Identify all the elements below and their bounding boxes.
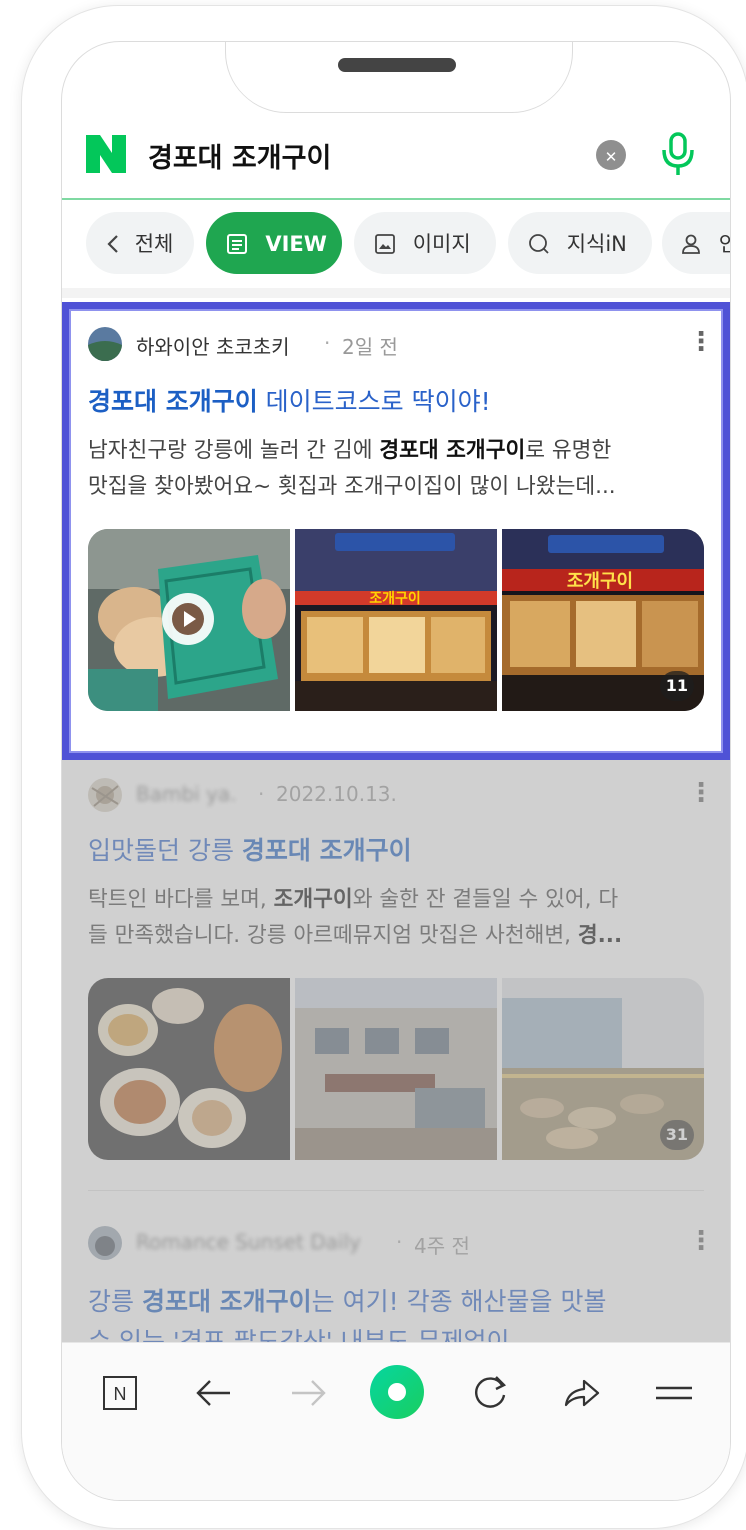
image-icon [375, 234, 395, 254]
result-card-highlighted[interactable]: 하와이안 초코초키 · 2일 전 ⋮ 경포대 조개구이 데이트코스로 딱이야! … [62, 302, 730, 760]
image-count-badge: 11 [659, 671, 694, 701]
speaker-grille [338, 58, 456, 72]
result-divider [88, 1190, 704, 1191]
refresh-icon [475, 1376, 507, 1408]
more-options-icon[interactable]: ⋮ [688, 327, 714, 361]
search-input[interactable]: 경포대 조개구이 [148, 136, 331, 175]
author-name[interactable]: 하와이안 초코초키 [136, 331, 290, 360]
author-name[interactable]: Romance Sunset Daily [136, 1230, 361, 1254]
result-thumbnails[interactable]: 31 [88, 978, 704, 1160]
post-date: 2일 전 [342, 335, 398, 359]
more-options-icon[interactable]: ⋮ [688, 778, 714, 812]
phone-screen: 경포대 조개구이 ✕ 전체 VIEW 이미지 지식iN 인 하와이안 초코초키 … [62, 42, 730, 1500]
clear-search-button[interactable]: ✕ [596, 140, 626, 170]
tabs-divider [62, 288, 730, 298]
svg-text:조개구이: 조개구이 [567, 571, 633, 591]
avatar[interactable] [88, 327, 122, 361]
result-description: 탁트인 바다를 보며, 조개구이와 술한 잔 곁들일 수 있어, 다 들 만족했… [88, 887, 623, 948]
card-header: 하와이안 초코초키 · 2일 전 ⋮ [88, 327, 714, 361]
card-header: Romance Sunset Daily · 4주 전 ⋮ [88, 1226, 714, 1260]
naver-home-button[interactable]: N [92, 1365, 148, 1421]
separator-dot: · [258, 782, 265, 806]
microphone-icon[interactable] [660, 130, 696, 178]
result-card[interactable]: Bambi ya. · 2022.10.13. ⋮ 입맛돌던 강릉 경포대 조개… [62, 760, 730, 1191]
result-title[interactable]: 입맛돌던 강릉 경포대 조개구이 [88, 834, 708, 868]
result-card[interactable]: Romance Sunset Daily · 4주 전 ⋮ 강릉 경포대 조개구… [62, 1208, 730, 1342]
hamburger-menu-icon [656, 1386, 692, 1400]
play-icon [172, 603, 204, 635]
forward-button[interactable] [280, 1365, 336, 1421]
svg-text:조개구이: 조개구이 [369, 590, 421, 606]
result-thumbnails[interactable]: 조개구이 조개구이 11 [88, 529, 704, 711]
menu-button[interactable] [646, 1365, 702, 1421]
result-title[interactable]: 강릉 경포대 조개구이는 여기! 각종 해산물을 맛볼 수 있는 '경포 팔도강산… [88, 1282, 708, 1342]
tab-knowledge-in[interactable]: 지식iN [508, 212, 652, 274]
chevron-left-icon [107, 235, 118, 253]
post-date: 4주 전 [414, 1234, 470, 1258]
separator-dot: · [324, 331, 331, 355]
post-date: 2022.10.13. [276, 782, 397, 806]
svg-text:N: N [114, 1384, 127, 1404]
arrow-left-icon [196, 1380, 230, 1406]
thumbnail-image[interactable]: 조개구이 [295, 529, 497, 711]
green-dot-button[interactable] [368, 1363, 426, 1421]
document-icon [227, 234, 247, 254]
naver-logo-icon[interactable] [86, 135, 126, 173]
tab-images[interactable]: 이미지 [354, 212, 496, 274]
tab-influencer[interactable]: 인 [662, 212, 730, 274]
thumbnail-video[interactable] [88, 529, 290, 711]
green-dot-icon [370, 1365, 424, 1419]
result-title[interactable]: 경포대 조개구이 데이트코스로 딱이야! [88, 385, 708, 419]
separator-dot: · [396, 1230, 403, 1254]
thumbnail-image[interactable]: 조개구이 11 [502, 529, 704, 711]
thumbnail-image[interactable] [295, 978, 497, 1160]
thumbnail-image[interactable] [88, 978, 290, 1160]
author-name[interactable]: Bambi ya. [136, 782, 237, 806]
phone-notch [226, 42, 572, 112]
card-header: Bambi ya. · 2022.10.13. ⋮ [88, 778, 714, 812]
refresh-button[interactable] [462, 1365, 518, 1421]
back-button[interactable] [186, 1365, 242, 1421]
search-bar: 경포대 조개구이 ✕ [62, 108, 730, 200]
bottom-toolbar: N [62, 1342, 730, 1500]
person-icon [682, 234, 700, 254]
share-icon [564, 1379, 600, 1407]
image-count-badge: 31 [659, 1120, 694, 1150]
question-icon [529, 234, 549, 254]
naver-home-icon: N [103, 1376, 137, 1410]
results-feed: 하와이안 초코초키 · 2일 전 ⋮ 경포대 조개구이 데이트코스로 딱이야! … [62, 298, 730, 1342]
play-button[interactable] [162, 593, 214, 645]
result-description: 남자친구랑 강릉에 놀러 간 김에 경포대 조개구이로 유명한 맛집을 찾아봤어… [88, 438, 616, 499]
more-options-icon[interactable]: ⋮ [688, 1226, 714, 1260]
thumbnail-image[interactable]: 31 [502, 978, 704, 1160]
tab-view[interactable]: VIEW [206, 212, 342, 274]
tab-all[interactable]: 전체 [86, 212, 194, 274]
close-icon: ✕ [604, 148, 618, 166]
avatar[interactable] [88, 778, 122, 812]
search-tabs: 전체 VIEW 이미지 지식iN 인 [62, 212, 730, 278]
share-button[interactable] [554, 1365, 610, 1421]
avatar[interactable] [88, 1226, 122, 1260]
arrow-right-icon [292, 1380, 326, 1406]
